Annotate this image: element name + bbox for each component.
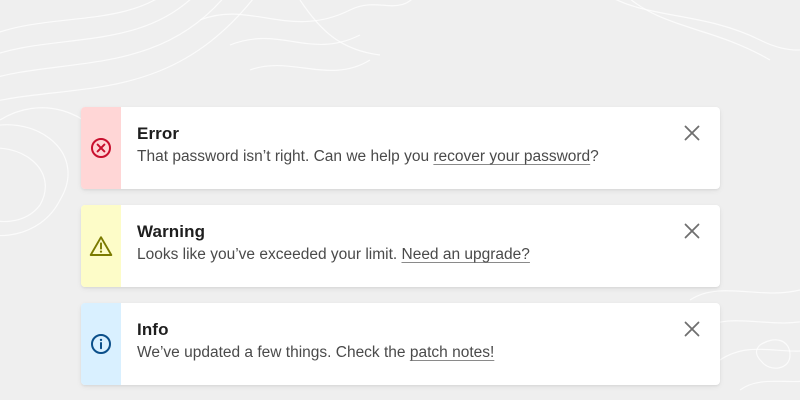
alerts-list: Error That password isn’t right. Can we … (81, 107, 720, 400)
info-alert-stripe (81, 303, 121, 385)
info-close-button[interactable] (683, 321, 701, 342)
close-icon (684, 223, 700, 244)
warning-alert-title: Warning (137, 222, 206, 241)
patch-notes-link[interactable]: patch notes! (410, 344, 494, 361)
warning-alert: Warning Looks like you’ve exceeded your … (81, 205, 720, 287)
error-alert: Error That password isn’t right. Can we … (81, 107, 720, 189)
warning-alert-text: Looks like you’ve exceeded your limit. (137, 246, 402, 263)
warning-close-button[interactable] (683, 223, 701, 244)
error-alert-message: That password isn’t right. Can we help y… (137, 147, 720, 167)
error-alert-body: Error That password isn’t right. Can we … (121, 107, 720, 189)
warning-alert-stripe (81, 205, 121, 287)
info-alert-body: Info We’ve updated a few things. Check t… (121, 303, 720, 385)
error-alert-text: That password isn’t right. Can we help y… (137, 148, 434, 165)
error-alert-suffix: ? (590, 148, 599, 165)
error-alert-stripe (81, 107, 121, 189)
info-circle-icon (90, 333, 112, 355)
upgrade-link[interactable]: Need an upgrade? (402, 246, 530, 263)
error-alert-title: Error (137, 124, 180, 143)
info-alert-title: Info (137, 320, 169, 339)
error-close-button[interactable] (683, 125, 701, 146)
close-icon (684, 125, 700, 146)
close-icon (684, 321, 700, 342)
warning-alert-body: Warning Looks like you’ve exceeded your … (121, 205, 720, 287)
recover-password-link[interactable]: recover your password (433, 148, 590, 165)
info-alert-text: We’ve updated a few things. Check the (137, 344, 410, 361)
error-circle-x-icon (90, 137, 112, 159)
info-alert: Info We’ve updated a few things. Check t… (81, 303, 720, 385)
warning-triangle-icon (89, 235, 113, 257)
info-alert-message: We’ve updated a few things. Check the pa… (137, 343, 720, 363)
warning-alert-message: Looks like you’ve exceeded your limit. N… (137, 245, 720, 265)
